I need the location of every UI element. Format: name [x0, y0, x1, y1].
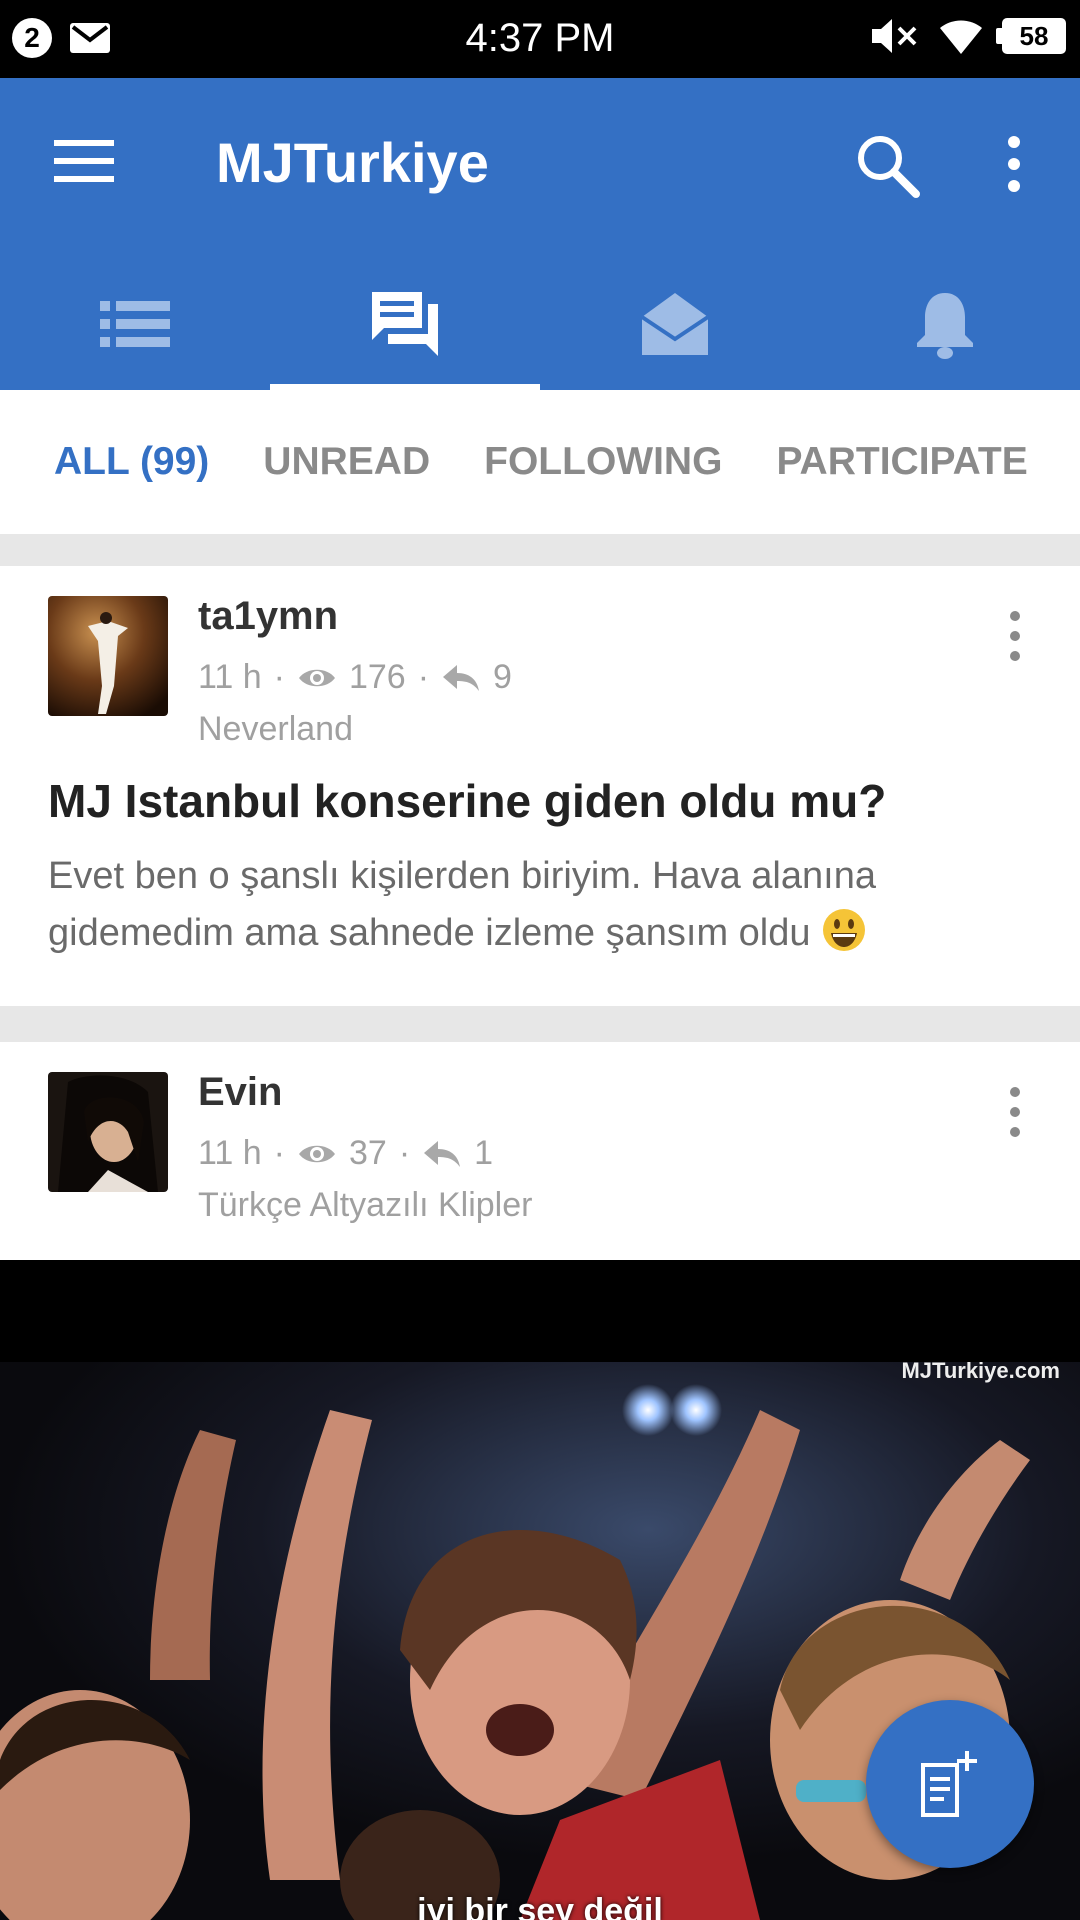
- reply-count: 9: [493, 658, 512, 696]
- filter-all[interactable]: ALL (99): [54, 440, 209, 484]
- post-meta: 11 h · 176 · 9: [198, 658, 512, 696]
- filter-following[interactable]: FOLLOWING: [484, 440, 722, 484]
- post-time: 11 h: [198, 1134, 262, 1172]
- reply-icon: [443, 664, 480, 691]
- avatar[interactable]: [48, 1072, 168, 1192]
- inbox-icon: [640, 293, 710, 355]
- list-icon: [100, 301, 170, 347]
- topic-title[interactable]: MJ Istanbul konserine giden oldu mu?: [48, 774, 886, 828]
- tab-notifications[interactable]: [810, 258, 1080, 390]
- avatar[interactable]: [48, 596, 168, 716]
- topic-preview-text: Evet ben o şanslı kişilerden biriyim. Ha…: [48, 855, 876, 954]
- battery-icon: 58: [996, 18, 1066, 54]
- reply-icon: [424, 1140, 461, 1167]
- author-name[interactable]: ta1ymn: [198, 594, 338, 639]
- app-title: MJTurkiye: [216, 131, 489, 194]
- author-name[interactable]: Evin: [198, 1070, 282, 1115]
- view-count: 176: [348, 658, 406, 696]
- topic-preview: Evet ben o şanslı kişilerden biriyim. Ha…: [48, 848, 1038, 962]
- tab-topics[interactable]: [0, 258, 270, 390]
- bell-icon: [917, 293, 973, 359]
- card-more-icon[interactable]: [1000, 606, 1030, 666]
- eye-icon: [298, 1145, 335, 1162]
- menu-icon[interactable]: [54, 138, 114, 184]
- forum-name[interactable]: Türkçe Altyazılı Klipler: [198, 1186, 532, 1225]
- app-bar: MJTurkiye: [0, 78, 1080, 390]
- filter-participate[interactable]: PARTICIPATE: [776, 440, 1027, 484]
- forum-name[interactable]: Neverland: [198, 710, 353, 749]
- view-count: 37: [348, 1134, 387, 1172]
- search-icon[interactable]: [852, 130, 922, 200]
- status-bar: 2 4:37 PM 58: [0, 0, 1080, 78]
- wifi-icon: [940, 20, 982, 54]
- forum-icon: [372, 292, 438, 356]
- mute-icon: [872, 19, 917, 53]
- tab-inbox[interactable]: [540, 258, 810, 390]
- main-tabs: [0, 258, 1080, 390]
- eye-icon: [298, 669, 335, 686]
- new-topic-button[interactable]: [866, 1700, 1034, 1868]
- post-time: 11 h: [198, 658, 262, 696]
- image-caption: iyi bir şey değil: [417, 1892, 663, 1920]
- topic-card[interactable]: ta1ymn 11 h · 176 · 9 Neverland MJ Istan…: [0, 566, 1080, 1006]
- grinning-emoji-icon: [823, 909, 866, 951]
- tab-forum[interactable]: [270, 258, 540, 390]
- image-watermark: MJTurkiye.com: [901, 1358, 1060, 1383]
- filter-unread[interactable]: UNREAD: [263, 440, 430, 484]
- topic-card[interactable]: Evin 11 h · 37 · 1 Türkçe Altyazılı Klip…: [0, 1042, 1080, 1260]
- more-options-icon[interactable]: [994, 130, 1034, 200]
- card-more-icon[interactable]: [1000, 1082, 1030, 1142]
- post-meta: 11 h · 37 · 1: [198, 1134, 494, 1172]
- filter-bar: ALL (99) UNREAD FOLLOWING PARTICIPATE: [0, 390, 1080, 534]
- compose-icon: [921, 1751, 977, 1817]
- reply-count: 1: [474, 1134, 494, 1172]
